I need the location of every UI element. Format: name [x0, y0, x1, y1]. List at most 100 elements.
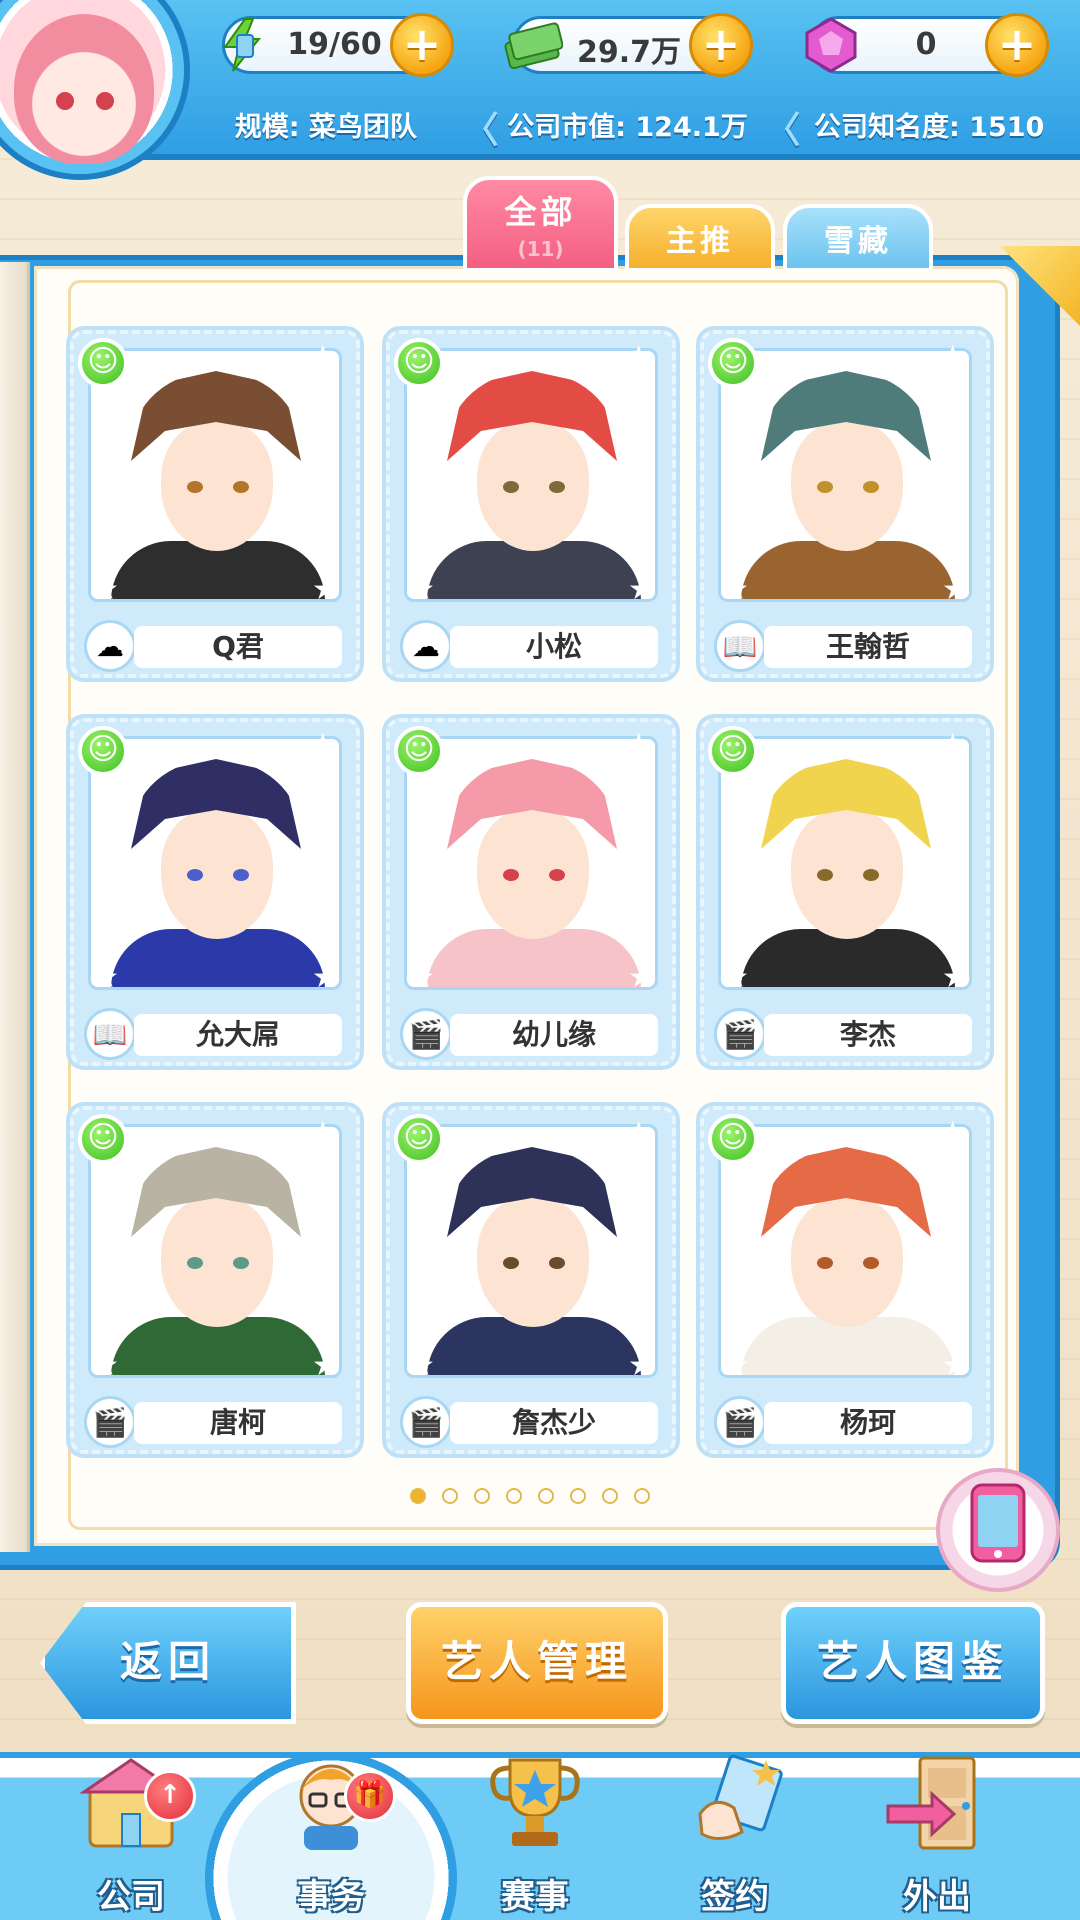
star-icon: ★ [92, 572, 119, 607]
artist-manage-button[interactable]: 艺人管理 [406, 1602, 668, 1724]
star-icon: ★ [312, 1116, 334, 1144]
book-icon: 📖 [84, 1008, 136, 1060]
clapboard-icon: 🎬 [400, 1008, 452, 1060]
gift-badge-icon: 🎁 [344, 1770, 396, 1822]
star-icon: ★ [312, 960, 339, 995]
nav-events[interactable]: 赛事 [460, 1758, 610, 1920]
tab-featured[interactable]: 主推 [625, 204, 775, 272]
tab-all[interactable]: 全部 (11) [463, 176, 618, 272]
book-left-page [0, 262, 30, 1552]
artist-card[interactable]: ☺ ★ ★ ★ 📖 允大屌 [70, 718, 360, 1066]
gem-icon [799, 13, 863, 77]
page-dot[interactable] [538, 1488, 554, 1504]
artist-name: 幼儿缘 [450, 1014, 658, 1056]
phone-button[interactable] [936, 1468, 1060, 1592]
happy-mood-icon: ☺ [394, 338, 444, 388]
page-indicator [410, 1488, 650, 1504]
door-icon [882, 1754, 992, 1869]
top-hud: 19/60 + 29.7万 + 0 + 规模: 菜鸟团队 公司市值: 124.1… [0, 0, 1080, 180]
artist-card[interactable]: ☺ ★ ★ ★ ☁ 小松 [386, 330, 676, 678]
nav-sign[interactable]: 签约 [660, 1754, 810, 1920]
artist-card[interactable]: ☺ ★ ★ ★ 🎬 詹杰少 [386, 1106, 676, 1454]
star-icon: ★ [628, 340, 650, 368]
back-button[interactable]: 返回 [40, 1602, 296, 1724]
portrait-face [791, 421, 903, 551]
page-dot[interactable] [602, 1488, 618, 1504]
hourglass-lightning-icon [211, 13, 275, 77]
portrait-face [791, 809, 903, 939]
artist-portrait [404, 1124, 658, 1378]
nav-events-label: 赛事 [501, 1877, 569, 1917]
artist-portrait [718, 348, 972, 602]
tab-shelved[interactable]: 雪藏 [783, 204, 933, 272]
artist-name: 允大屌 [134, 1014, 342, 1056]
nav-sign-label: 签约 [701, 1877, 769, 1917]
company-info-strip: 规模: 菜鸟团队 公司市值: 124.1万 公司知名度: 1510 [175, 98, 1080, 153]
artist-portrait [88, 348, 342, 602]
happy-mood-icon: ☺ [78, 338, 128, 388]
star-icon: ★ [408, 572, 435, 607]
artist-card[interactable]: ☺ ★ ★ ★ 🎬 唐柯 [70, 1106, 360, 1454]
page-dot[interactable] [410, 1488, 426, 1504]
portrait-eye [187, 1257, 203, 1269]
portrait-eye [233, 481, 249, 493]
happy-mood-icon: ☺ [394, 726, 444, 776]
company-fame: 公司知名度: 1510 [764, 101, 1080, 153]
artist-name: 王翰哲 [764, 626, 972, 668]
gem-bar: 0 + [805, 13, 1049, 77]
gem-plus-button[interactable]: + [985, 13, 1049, 77]
page-dot[interactable] [442, 1488, 458, 1504]
artist-card[interactable]: ☺ ★ ★ ★ 🎬 杨珂 [700, 1106, 990, 1454]
portrait-eye [503, 869, 519, 881]
happy-mood-icon: ☺ [708, 338, 758, 388]
star-icon: ★ [628, 1348, 655, 1383]
clapboard-icon: 🎬 [400, 1396, 452, 1448]
page-dot[interactable] [570, 1488, 586, 1504]
artist-card[interactable]: ☺ ★ ★ ★ 🎬 幼儿缘 [386, 718, 676, 1066]
nav-affairs-label: 事务 [297, 1877, 365, 1917]
star-icon: ★ [312, 340, 334, 368]
artist-name: 唐柯 [134, 1402, 342, 1444]
page-dot[interactable] [634, 1488, 650, 1504]
happy-mood-icon: ☺ [78, 726, 128, 776]
star-icon: ★ [942, 1348, 969, 1383]
portrait-eye [817, 1257, 833, 1269]
energy-value: 19/60 [287, 27, 382, 62]
artist-name: 詹杰少 [450, 1402, 658, 1444]
page-dot[interactable] [506, 1488, 522, 1504]
phone-icon [966, 1481, 1030, 1579]
portrait-face [477, 1197, 589, 1327]
artist-card[interactable]: ☺ ★ ★ ★ 🎬 李杰 [700, 718, 990, 1066]
nav-outing[interactable]: 外出 [862, 1756, 1012, 1920]
avatar-portrait [14, 14, 154, 164]
happy-mood-icon: ☺ [708, 726, 758, 776]
tab-featured-label: 主推 [666, 224, 734, 259]
gem-value: 0 [915, 27, 937, 62]
artist-card[interactable]: ☺ ★ ★ ★ ☁ Q君 [70, 330, 360, 678]
portrait-eye [503, 481, 519, 493]
nav-company[interactable]: 公司 ↑ [56, 1758, 206, 1920]
artist-gallery-button[interactable]: 艺人图鉴 [781, 1602, 1045, 1724]
money-plus-button[interactable]: + [689, 13, 753, 77]
money-stack-icon [501, 13, 565, 77]
star-icon: ★ [942, 340, 964, 368]
star-icon: ★ [942, 1116, 964, 1144]
star-icon: ★ [628, 1116, 650, 1144]
artist-card[interactable]: ☺ ★ ★ ★ 📖 王翰哲 [700, 330, 990, 678]
cloud-icon: ☁ [400, 620, 452, 672]
tab-shelved-label: 雪藏 [824, 224, 892, 259]
nav-affairs[interactable]: 事务 🎁 [256, 1764, 406, 1920]
star-icon: ★ [408, 960, 435, 995]
star-icon: ★ [942, 960, 969, 995]
money-bar: 29.7万 + [504, 13, 753, 77]
page-dot[interactable] [474, 1488, 490, 1504]
portrait-eye [549, 1257, 565, 1269]
portrait-eye [233, 869, 249, 881]
star-icon: ★ [722, 572, 749, 607]
portrait-face [791, 1197, 903, 1327]
upgrade-badge-icon: ↑ [144, 1770, 196, 1822]
energy-plus-button[interactable]: + [390, 13, 454, 77]
company-scale: 规模: 菜鸟团队 [234, 111, 417, 143]
portrait-eye [863, 1257, 879, 1269]
portrait-face [161, 421, 273, 551]
